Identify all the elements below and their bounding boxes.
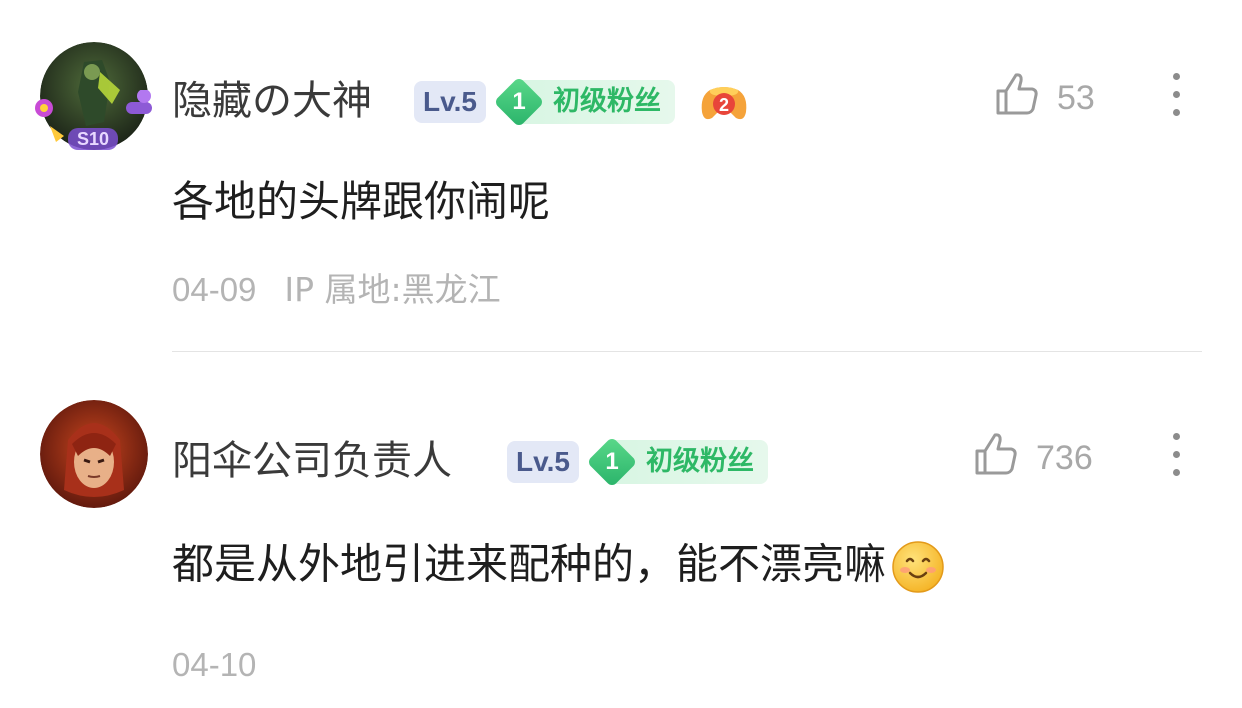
like-count: 53 xyxy=(1057,79,1095,117)
divider xyxy=(172,351,1202,352)
fan-badge[interactable]: 初级粉丝 1 xyxy=(586,436,784,488)
avatar[interactable] xyxy=(40,400,148,508)
ip-location: IP 属地:黑龙江 xyxy=(284,270,501,309)
comment-text: 都是从外地引进来配种的，能不漂亮嘛 xyxy=(172,539,887,589)
level-badge: Lv.5 xyxy=(507,441,579,483)
comment-date: 04-09 xyxy=(172,271,257,308)
thumbs-up-icon[interactable] xyxy=(973,431,1019,477)
gamepad-icon: 2 xyxy=(701,87,747,120)
avatar-frame-badge-text: S10 xyxy=(77,129,109,149)
comment-text-row: 都是从外地引进来配种的，能不漂亮嘛 xyxy=(172,539,946,595)
thumbs-up-icon[interactable] xyxy=(994,71,1040,117)
gamepad-badge-number: 2 xyxy=(719,95,729,115)
avatar-image xyxy=(40,400,148,508)
avatar[interactable]: S10 xyxy=(35,42,152,150)
fan-badge[interactable]: 初级粉丝 1 xyxy=(493,76,691,128)
comment-meta: 04-09 IP 属地:黑龙江 xyxy=(172,270,501,310)
level-badge: Lv.5 xyxy=(414,81,486,123)
smile-emoji-icon xyxy=(892,541,944,593)
comment-date: 04-10 xyxy=(172,646,257,683)
username[interactable]: 阳伞公司负责人 xyxy=(172,437,452,485)
fan-badge-level: 1 xyxy=(605,448,619,475)
comment-meta: 04-10 xyxy=(172,645,256,685)
more-vertical-icon[interactable] xyxy=(1170,432,1182,478)
username[interactable]: 隐藏の大神 xyxy=(172,77,372,125)
like-count: 736 xyxy=(1036,439,1093,477)
fan-badge-level: 1 xyxy=(512,88,526,115)
comment-text: 各地的头牌跟你闹呢 xyxy=(172,177,551,226)
avatar-frame-decoration: S10 xyxy=(35,90,152,150)
more-vertical-icon[interactable] xyxy=(1170,72,1182,118)
